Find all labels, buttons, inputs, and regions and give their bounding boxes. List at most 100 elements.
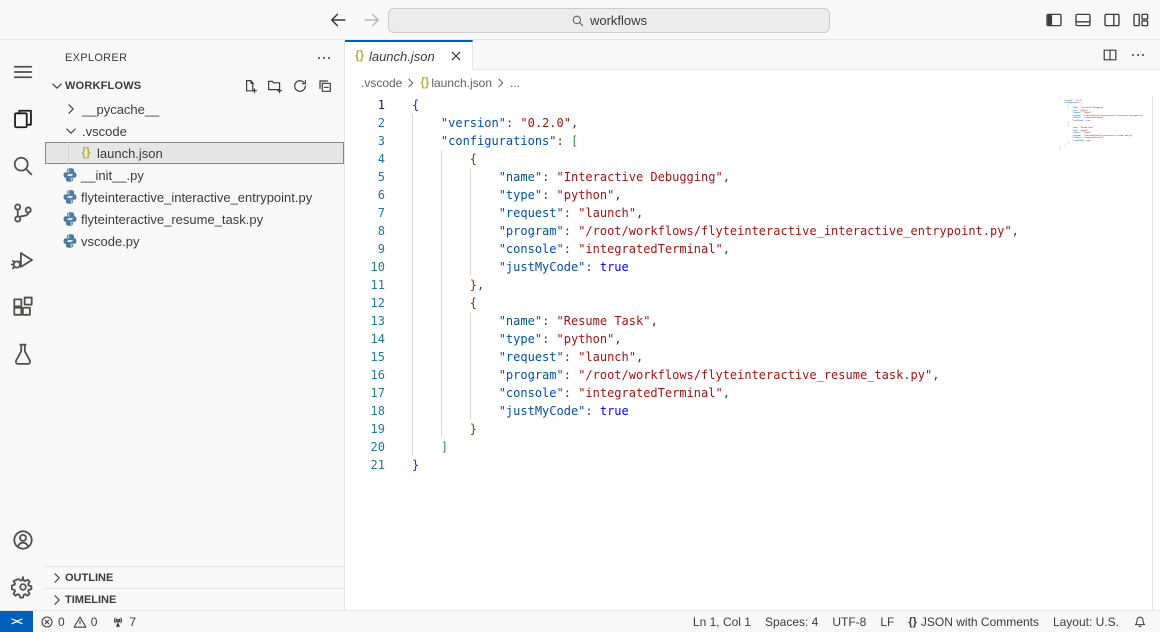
more-actions-icon[interactable] — [1130, 47, 1146, 63]
code-line-18[interactable]: 18 "justMyCode": true — [345, 402, 1160, 420]
chevron-right-icon — [404, 76, 418, 90]
outline-section-header[interactable]: OUTLINE — [45, 566, 344, 588]
code-line-5[interactable]: 5 "name": "Interactive Debugging", — [345, 168, 1160, 186]
breadcrumb-symbol[interactable]: ... — [510, 76, 520, 90]
line-number: 19 — [345, 420, 385, 438]
tree-item-__init__.py[interactable]: __init__.py — [45, 164, 344, 186]
back-icon[interactable] — [328, 10, 348, 30]
vscode-window: workflows EXPLORER WORKFLOWS __pycache__… — [0, 0, 1160, 632]
tree-item-__pycache__[interactable]: __pycache__ — [45, 98, 344, 120]
tree-item-flyteinteractive_resume_task.py[interactable]: flyteinteractive_resume_task.py — [45, 208, 344, 230]
tree-item-flyteinteractive_interactive_entrypoint.py[interactable]: flyteinteractive_interactive_entrypoint.… — [45, 186, 344, 208]
breadcrumb-file[interactable]: launch.json — [431, 76, 492, 90]
code-line-13[interactable]: 13 "name": "Resume Task", — [345, 312, 1160, 330]
code-line-2[interactable]: 2 "version": "0.2.0", — [345, 114, 1160, 132]
tab-launch-json[interactable]: {} launch.json — [345, 40, 473, 70]
tree-item-.vscode[interactable]: .vscode — [45, 120, 344, 142]
warning-icon — [73, 615, 87, 629]
tree-item-label: flyteinteractive_interactive_entrypoint.… — [81, 190, 312, 205]
layout-status[interactable]: Layout: U.S. — [1046, 615, 1126, 629]
chevron-right-icon — [63, 101, 79, 117]
code-line-21[interactable]: 21} — [345, 456, 1160, 474]
arrow-right-icon — [362, 10, 382, 30]
tree-item-vscode.py[interactable]: vscode.py — [45, 230, 344, 252]
problems-status[interactable]: 0 0 — [33, 611, 104, 632]
breadcrumb-folder[interactable]: .vscode — [361, 76, 402, 90]
activity-bar-account[interactable] — [0, 516, 45, 563]
scrollbar-edge — [1152, 96, 1153, 610]
line-number: 8 — [345, 222, 385, 240]
refresh-icon[interactable] — [292, 78, 308, 94]
tree-item-label: __init__.py — [81, 168, 144, 183]
code-line-8[interactable]: 8 "program": "/root/workflows/flyteinter… — [345, 222, 1160, 240]
code-line-20[interactable]: 20 ] — [345, 438, 1160, 456]
code-line-16[interactable]: 16 "program": "/root/workflows/flyteinte… — [345, 366, 1160, 384]
notifications-bell[interactable] — [1126, 615, 1154, 629]
code-line-4[interactable]: 4 { — [345, 150, 1160, 168]
layout-customize-icon[interactable] — [1132, 11, 1150, 29]
new-file-icon[interactable] — [242, 78, 258, 94]
activity-bar-run-debug[interactable] — [0, 236, 45, 283]
activity-bar-explorer[interactable] — [0, 95, 45, 142]
language-mode[interactable]: {} JSON with Comments — [901, 615, 1046, 629]
tree-item-launch.json[interactable]: {}launch.json — [45, 142, 344, 164]
code-line-10[interactable]: 10 "justMyCode": true — [345, 258, 1160, 276]
activity-bar-settings[interactable] — [0, 563, 45, 610]
code-line-1[interactable]: 1{ — [345, 96, 1160, 114]
run-debug-icon — [11, 248, 35, 272]
code-line-6[interactable]: 6 "type": "python", — [345, 186, 1160, 204]
activity-bar-testing[interactable] — [0, 330, 45, 377]
code-editor[interactable]: 1{2 "version": "0.2.0",3 "configurations… — [345, 96, 1160, 610]
editor-actions — [1102, 40, 1160, 69]
layout-panel-bottom-icon[interactable] — [1074, 11, 1092, 29]
python-file-icon — [62, 233, 78, 249]
arrow-left-icon — [328, 10, 348, 30]
code-line-12[interactable]: 12 { — [345, 294, 1160, 312]
activity-bar-extensions[interactable] — [0, 283, 45, 330]
code-line-14[interactable]: 14 "type": "python", — [345, 330, 1160, 348]
new-folder-icon[interactable] — [267, 78, 283, 94]
activity-bar-menu[interactable] — [0, 48, 45, 95]
code-line-3[interactable]: 3 "configurations": [ — [345, 132, 1160, 150]
activity-bar-search[interactable] — [0, 142, 45, 189]
split-editor-icon[interactable] — [1102, 47, 1118, 63]
layout-sidebar-left-icon[interactable] — [1045, 11, 1063, 29]
eol-status[interactable]: LF — [873, 615, 901, 629]
forward-icon[interactable] — [362, 10, 382, 30]
code-line-7[interactable]: 7 "request": "launch", — [345, 204, 1160, 222]
indentation-status[interactable]: Spaces: 4 — [758, 615, 825, 629]
minimap[interactable]: { "version": "0.2.0", "configurations": … — [1058, 97, 1150, 150]
account-icon — [11, 528, 35, 552]
chevron-right-icon — [49, 592, 65, 608]
explorer-icon — [11, 107, 35, 131]
encoding-status[interactable]: UTF-8 — [825, 615, 873, 629]
tree-item-label: .vscode — [82, 124, 127, 139]
radio-tower-icon — [111, 615, 125, 629]
code-line-17[interactable]: 17 "console": "integratedTerminal", — [345, 384, 1160, 402]
line-number: 15 — [345, 348, 385, 366]
extensions-icon — [11, 295, 35, 319]
error-icon — [40, 615, 54, 629]
code-line-19[interactable]: 19 } — [345, 420, 1160, 438]
code-line-15[interactable]: 15 "request": "launch", — [345, 348, 1160, 366]
remote-indicator[interactable]: >< — [0, 611, 33, 632]
ports-status[interactable]: 7 — [104, 611, 143, 632]
activity-bar-source-control[interactable] — [0, 189, 45, 236]
status-bar: >< 0 0 7 Ln 1, Col 1 Spaces: 4 UTF-8 LF … — [0, 610, 1160, 632]
explorer-title: EXPLORER — [65, 52, 127, 64]
explorer-more-actions-icon[interactable] — [316, 50, 332, 66]
chevron-down-icon — [63, 123, 79, 139]
code-line-11[interactable]: 11 }, — [345, 276, 1160, 294]
code-line-9[interactable]: 9 "console": "integratedTerminal", — [345, 240, 1160, 258]
cursor-position[interactable]: Ln 1, Col 1 — [686, 615, 758, 629]
close-tab-icon[interactable] — [448, 48, 464, 64]
explorer-header: EXPLORER — [45, 40, 344, 75]
outline-title: OUTLINE — [65, 572, 113, 584]
nav-arrows — [328, 10, 382, 30]
layout-sidebar-right-icon[interactable] — [1103, 11, 1121, 29]
timeline-section-header[interactable]: TIMELINE — [45, 588, 344, 610]
workflows-section-header[interactable]: WORKFLOWS — [45, 75, 344, 97]
error-count: 0 — [58, 615, 65, 629]
collapse-all-icon[interactable] — [317, 78, 333, 94]
command-center-search[interactable]: workflows — [388, 8, 830, 33]
